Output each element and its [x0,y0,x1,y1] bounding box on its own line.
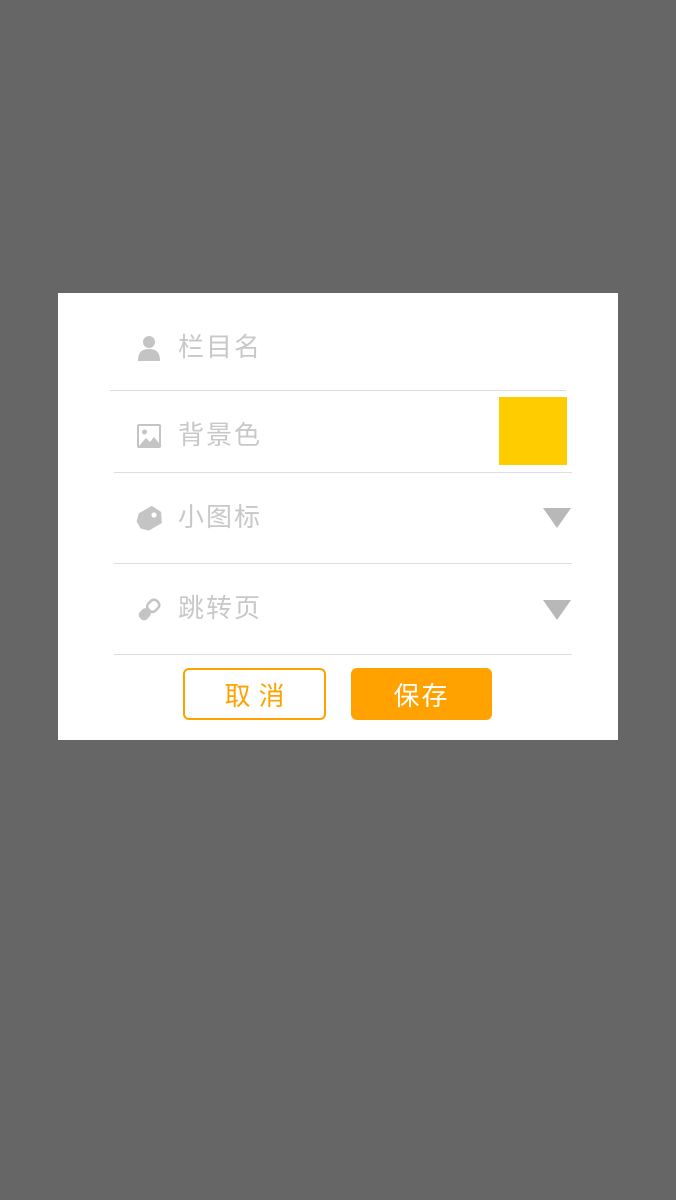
jump-page-field[interactable]: 跳转页 [58,564,618,654]
tag-icon [134,506,164,532]
column-name-field[interactable]: 栏目名 [58,293,618,391]
jump-page-dropdown-arrow-icon[interactable] [543,600,571,620]
image-icon [136,423,162,449]
small-icon-field[interactable]: 小图标 [58,473,618,563]
edit-column-dialog: 栏目名 背景色 小图标 跳转页 取消 保存 [58,293,618,740]
jump-page-label: 跳转页 [178,594,263,624]
person-icon [136,335,162,361]
cancel-button[interactable]: 取消 [183,668,326,720]
background-color-label: 背景色 [178,421,263,451]
divider [114,654,572,655]
save-button[interactable]: 保存 [351,668,492,720]
link-icon [136,597,162,623]
column-name-placeholder: 栏目名 [178,333,263,363]
background-color-swatch[interactable] [499,397,567,465]
small-icon-dropdown-arrow-icon[interactable] [543,508,571,528]
small-icon-label: 小图标 [178,503,263,533]
